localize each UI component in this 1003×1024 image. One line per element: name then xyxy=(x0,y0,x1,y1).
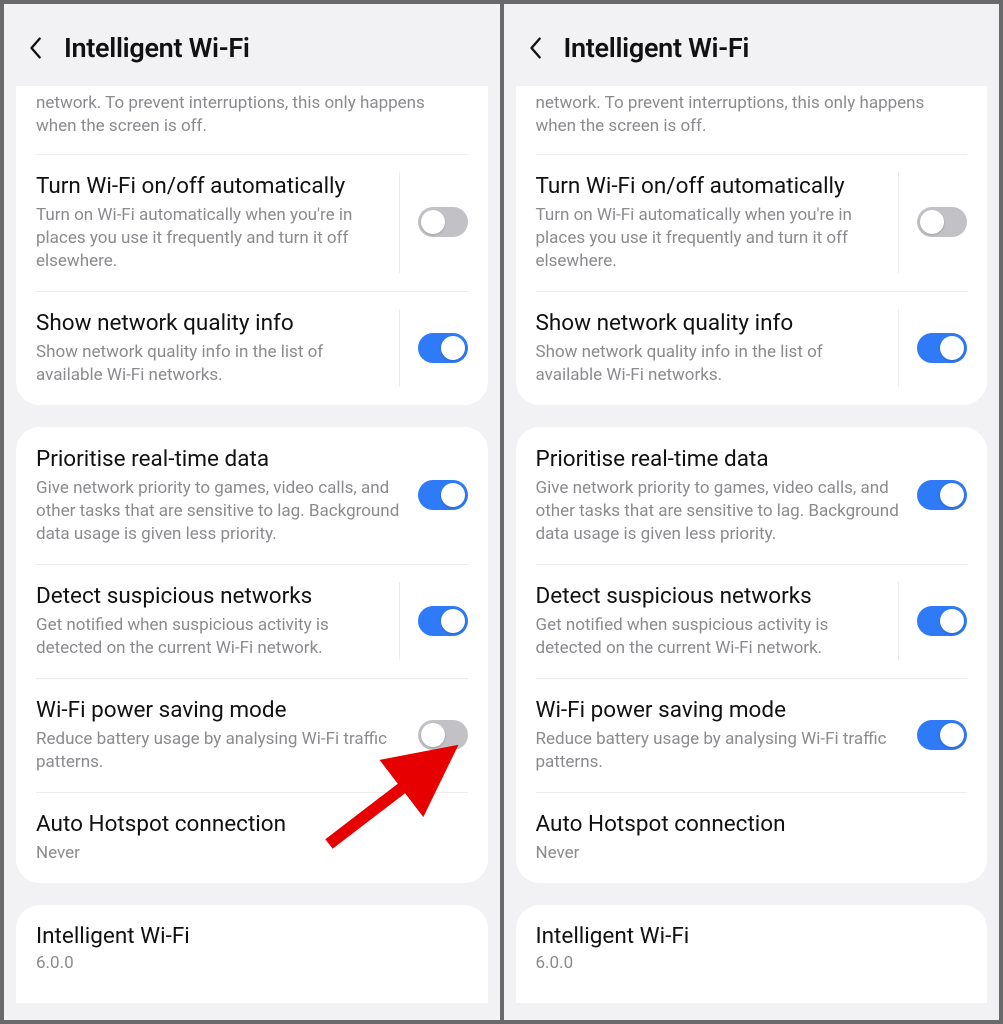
row-text: Auto Hotspot connection Never xyxy=(36,810,468,865)
toggle-suspicious[interactable] xyxy=(418,606,468,636)
settings-group-version: Intelligent Wi‑Fi 6.0.0 xyxy=(516,905,988,1003)
row-subtitle: Show network quality info in the list of… xyxy=(36,341,385,387)
version-title: Intelligent Wi‑Fi xyxy=(536,923,968,949)
row-title: Detect suspicious networks xyxy=(536,582,885,610)
toggle-power-save[interactable] xyxy=(917,720,967,750)
screenshot-pair: Intelligent Wi‑Fi network. To prevent in… xyxy=(0,0,1003,1024)
version-title: Intelligent Wi‑Fi xyxy=(36,923,468,949)
row-suspicious[interactable]: Detect suspicious networks Get notified … xyxy=(516,564,988,678)
page-header: Intelligent Wi‑Fi xyxy=(504,4,1000,86)
toggle-auto-wifi[interactable] xyxy=(917,207,967,237)
toggle-container xyxy=(418,445,468,546)
row-subtitle: Turn on Wi‑Fi automatically when you're … xyxy=(36,204,385,273)
version-value: 6.0.0 xyxy=(36,953,468,973)
row-title: Show network quality info xyxy=(36,309,385,337)
toggle-container xyxy=(898,309,967,387)
toggle-container xyxy=(917,445,967,546)
cutoff-description: network. To prevent interruptions, this … xyxy=(16,86,488,154)
row-quality-info[interactable]: Show network quality info Show network q… xyxy=(516,291,988,405)
row-prioritise[interactable]: Prioritise real-time data Give network p… xyxy=(16,427,488,564)
phone-screen-left: Intelligent Wi‑Fi network. To prevent in… xyxy=(4,4,500,1020)
toggle-container xyxy=(917,696,967,774)
row-auto-hotspot[interactable]: Auto Hotspot connection Never xyxy=(516,792,988,883)
row-text: Auto Hotspot connection Never xyxy=(536,810,968,865)
toggle-container xyxy=(418,696,468,774)
row-subtitle: Never xyxy=(36,842,454,865)
row-title: Wi‑Fi power saving mode xyxy=(536,696,904,724)
row-version[interactable]: Intelligent Wi‑Fi 6.0.0 xyxy=(16,905,488,1003)
row-prioritise[interactable]: Prioritise real-time data Give network p… xyxy=(516,427,988,564)
row-title: Show network quality info xyxy=(536,309,885,337)
row-subtitle: Show network quality info in the list of… xyxy=(536,341,885,387)
toggle-quality-info[interactable] xyxy=(418,333,468,363)
row-title: Detect suspicious networks xyxy=(36,582,385,610)
row-auto-wifi[interactable]: Turn Wi‑Fi on/off automatically Turn on … xyxy=(516,154,988,291)
row-title: Prioritise real-time data xyxy=(536,445,904,473)
row-title: Wi‑Fi power saving mode xyxy=(36,696,404,724)
toggle-container xyxy=(898,582,967,660)
back-icon[interactable] xyxy=(26,33,44,63)
toggle-power-save[interactable] xyxy=(418,720,468,750)
row-subtitle: Give network priority to games, video ca… xyxy=(36,477,404,546)
settings-group-2: Prioritise real-time data Give network p… xyxy=(16,427,488,883)
toggle-quality-info[interactable] xyxy=(917,333,967,363)
row-title: Auto Hotspot connection xyxy=(536,810,954,838)
row-text: Show network quality info Show network q… xyxy=(36,309,399,387)
row-text: Wi‑Fi power saving mode Reduce battery u… xyxy=(36,696,418,774)
row-subtitle: Reduce battery usage by analysing Wi‑Fi … xyxy=(36,728,404,774)
settings-group-1: network. To prevent interruptions, this … xyxy=(516,86,988,405)
toggle-prioritise[interactable] xyxy=(917,480,967,510)
row-power-save[interactable]: Wi‑Fi power saving mode Reduce battery u… xyxy=(516,678,988,792)
toggle-container xyxy=(399,309,468,387)
toggle-prioritise[interactable] xyxy=(418,480,468,510)
row-text: Turn Wi‑Fi on/off automatically Turn on … xyxy=(36,172,399,273)
row-text: Detect suspicious networks Get notified … xyxy=(36,582,399,660)
settings-group-version: Intelligent Wi‑Fi 6.0.0 xyxy=(16,905,488,1003)
row-subtitle: Get notified when suspicious activity is… xyxy=(36,614,385,660)
settings-group-2: Prioritise real-time data Give network p… xyxy=(516,427,988,883)
toggle-container xyxy=(399,172,468,273)
row-title: Auto Hotspot connection xyxy=(36,810,454,838)
row-text: Turn Wi‑Fi on/off automatically Turn on … xyxy=(536,172,899,273)
version-value: 6.0.0 xyxy=(536,953,968,973)
row-subtitle: Get notified when suspicious activity is… xyxy=(536,614,885,660)
row-title: Turn Wi‑Fi on/off automatically xyxy=(36,172,385,200)
row-subtitle: Never xyxy=(536,842,954,865)
page-title: Intelligent Wi‑Fi xyxy=(64,32,250,64)
row-text: Show network quality info Show network q… xyxy=(536,309,899,387)
row-quality-info[interactable]: Show network quality info Show network q… xyxy=(16,291,488,405)
row-title: Turn Wi‑Fi on/off automatically xyxy=(536,172,885,200)
cutoff-description: network. To prevent interruptions, this … xyxy=(516,86,988,154)
row-text: Detect suspicious networks Get notified … xyxy=(536,582,899,660)
back-icon[interactable] xyxy=(526,33,544,63)
row-subtitle: Reduce battery usage by analysing Wi‑Fi … xyxy=(536,728,904,774)
page-title: Intelligent Wi‑Fi xyxy=(564,32,750,64)
row-auto-hotspot[interactable]: Auto Hotspot connection Never xyxy=(16,792,488,883)
row-version[interactable]: Intelligent Wi‑Fi 6.0.0 xyxy=(516,905,988,1003)
row-auto-wifi[interactable]: Turn Wi‑Fi on/off automatically Turn on … xyxy=(16,154,488,291)
toggle-auto-wifi[interactable] xyxy=(418,207,468,237)
toggle-suspicious[interactable] xyxy=(917,606,967,636)
row-title: Prioritise real-time data xyxy=(36,445,404,473)
row-text: Prioritise real-time data Give network p… xyxy=(36,445,418,546)
phone-screen-right: Intelligent Wi‑Fi network. To prevent in… xyxy=(504,4,1000,1020)
settings-group-1: network. To prevent interruptions, this … xyxy=(16,86,488,405)
row-suspicious[interactable]: Detect suspicious networks Get notified … xyxy=(16,564,488,678)
row-text: Prioritise real-time data Give network p… xyxy=(536,445,918,546)
toggle-container xyxy=(898,172,967,273)
page-header: Intelligent Wi‑Fi xyxy=(4,4,500,86)
row-subtitle: Give network priority to games, video ca… xyxy=(536,477,904,546)
row-subtitle: Turn on Wi‑Fi automatically when you're … xyxy=(536,204,885,273)
row-text: Wi‑Fi power saving mode Reduce battery u… xyxy=(536,696,918,774)
row-power-save[interactable]: Wi‑Fi power saving mode Reduce battery u… xyxy=(16,678,488,792)
toggle-container xyxy=(399,582,468,660)
